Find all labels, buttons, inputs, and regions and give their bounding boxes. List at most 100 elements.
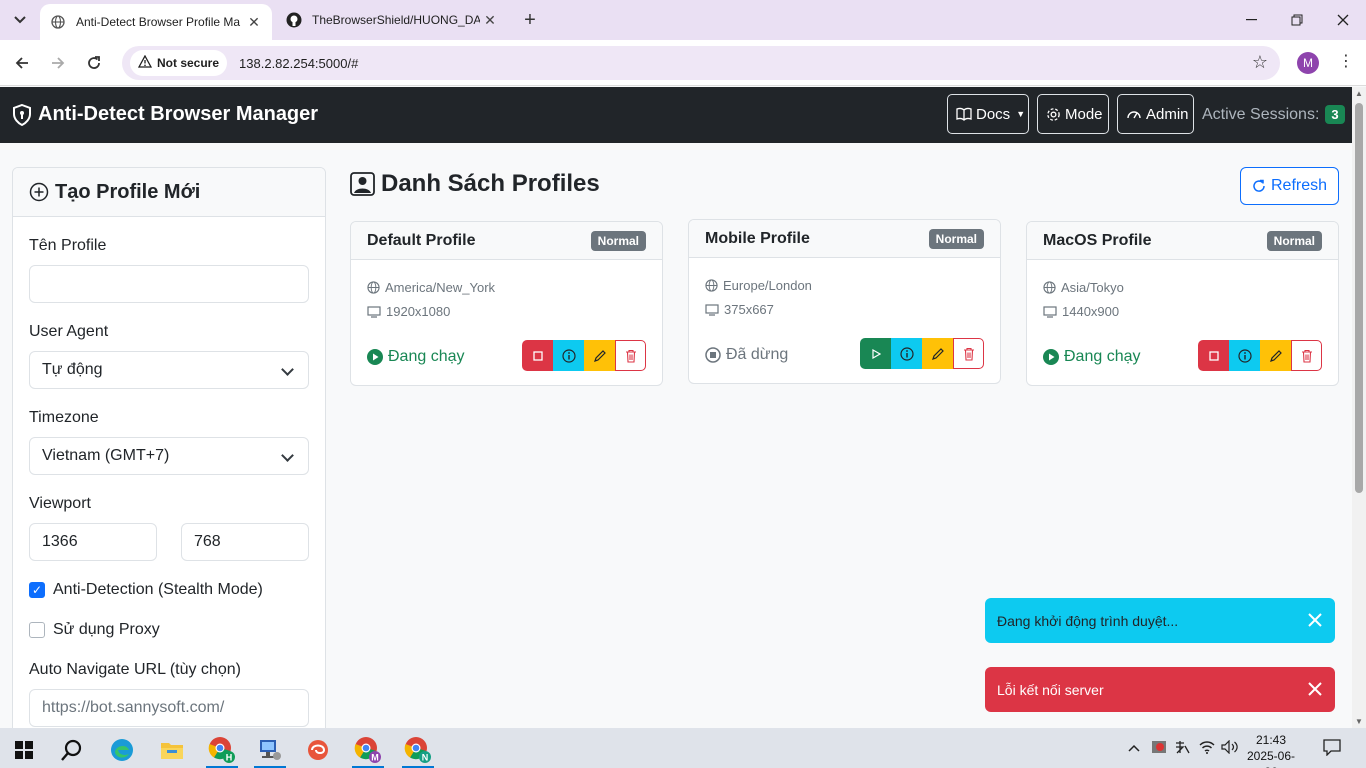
delete-button[interactable] — [1291, 340, 1322, 371]
restore-icon[interactable] — [1274, 0, 1320, 40]
gear-icon — [1046, 107, 1061, 122]
scroll-down-icon[interactable]: ▼ — [1355, 717, 1363, 726]
viewport-width-input[interactable]: 1366 — [29, 523, 157, 561]
svg-text:M: M — [371, 753, 379, 763]
stop-button[interactable] — [522, 340, 553, 371]
chrome-n-icon[interactable]: N — [398, 732, 438, 768]
back-icon[interactable] — [9, 50, 35, 76]
browser-menu-icon[interactable]: ⋮ — [1338, 51, 1354, 71]
tab-search-icon[interactable] — [8, 8, 32, 32]
proxy-checkbox[interactable]: Sử dụng Proxy — [29, 621, 160, 639]
profile-type-badge: Normal — [590, 230, 646, 251]
profile-resolution: 1440x900 — [1043, 304, 1119, 319]
github-icon — [286, 12, 302, 28]
toast-message: Lỗi kết nối server — [997, 681, 1104, 698]
brand-title: Anti-Detect Browser Manager — [38, 103, 319, 125]
close-icon[interactable] — [1305, 679, 1325, 699]
edit-button[interactable] — [584, 340, 615, 371]
profile-timezone-text: America/New_York — [385, 280, 496, 295]
chevron-up-icon[interactable] — [1128, 740, 1140, 755]
stop-circle-icon — [705, 347, 721, 363]
toast-error: Lỗi kết nối server — [985, 667, 1335, 712]
caret-down-icon: ▼ — [1016, 109, 1026, 119]
delete-button[interactable] — [953, 338, 984, 369]
user-agent-select[interactable]: Tự động — [29, 351, 309, 389]
profile-status: Đang chạy — [367, 348, 465, 366]
scroll-up-icon[interactable]: ▲ — [1355, 89, 1363, 98]
start-button[interactable] — [860, 338, 891, 369]
info-button[interactable] — [553, 340, 584, 371]
profile-name: MacOS Profile — [1043, 231, 1152, 249]
refresh-button[interactable]: Refresh — [1240, 167, 1339, 205]
edit-button[interactable] — [1260, 340, 1291, 371]
close-icon[interactable] — [1305, 610, 1325, 630]
delete-button[interactable] — [615, 340, 646, 371]
profile-card: Mobile Profile Normal Europe/London 375x… — [688, 219, 1001, 384]
stealth-mode-label: Anti-Detection (Stealth Mode) — [53, 581, 263, 598]
edge-icon[interactable] — [102, 732, 142, 768]
monitor-icon — [1043, 305, 1057, 318]
checkbox-checked-icon[interactable]: ✓ — [29, 582, 45, 598]
globe-icon — [367, 281, 380, 294]
docs-dropdown-button[interactable]: Docs ▼ — [947, 94, 1029, 134]
ime-icon[interactable] — [1174, 740, 1190, 757]
scrollbar-thumb[interactable] — [1355, 103, 1363, 493]
chrome-m-icon[interactable]: M — [348, 732, 388, 768]
book-icon — [956, 107, 972, 121]
info-button[interactable] — [891, 338, 922, 369]
minimize-icon[interactable] — [1228, 0, 1274, 40]
auto-navigate-input[interactable]: https://bot.sannysoft.com/ — [29, 689, 309, 727]
volume-icon[interactable] — [1221, 739, 1239, 757]
viewport-height-input[interactable]: 768 — [181, 523, 309, 561]
viewport-label: Viewport — [29, 495, 91, 512]
page-scrollbar[interactable]: ▲ ▼ — [1352, 87, 1366, 728]
profile-type-badge: Normal — [1266, 230, 1322, 251]
auto-navigate-label: Auto Navigate URL (tùy chọn) — [29, 661, 241, 678]
mode-button[interactable]: Mode — [1037, 94, 1109, 134]
proxy-label: Sử dụng Proxy — [53, 621, 160, 638]
tab-anti-detect[interactable]: Anti-Detect Browser Profile Ma ✕ — [40, 4, 272, 40]
new-tab-icon[interactable]: + — [518, 8, 542, 32]
wifi-icon[interactable] — [1199, 740, 1215, 757]
close-tab-icon[interactable]: ✕ — [480, 10, 500, 30]
notification-icon[interactable] — [1322, 738, 1342, 761]
app-navbar: Anti-Detect Browser Manager Docs ▼ Mode … — [0, 87, 1352, 143]
active-sessions-label: Active Sessions: — [1202, 105, 1320, 123]
tab-github[interactable]: TheBrowserShield/HUONG_DA ✕ — [276, 0, 508, 40]
profile-name-input[interactable] — [29, 265, 309, 303]
profiles-section-title: Danh Sách Profiles — [350, 170, 600, 198]
active-sessions: Active Sessions: 3 — [1202, 105, 1345, 124]
checkbox-unchecked-icon[interactable] — [29, 622, 45, 638]
app-brand[interactable]: Anti-Detect Browser Manager — [12, 103, 318, 126]
browser-toolbar: Not secure 138.2.82.254:5000/# ☆ M ⋮ — [0, 40, 1366, 86]
profile-status-text: Đang chạy — [1064, 348, 1141, 365]
admin-label: Admin — [1146, 105, 1189, 123]
browser-profile-avatar[interactable]: M — [1297, 52, 1319, 74]
admin-button[interactable]: Admin — [1117, 94, 1194, 134]
plus-circle-icon — [29, 182, 49, 202]
file-explorer-icon[interactable] — [152, 732, 192, 768]
bookmark-star-icon[interactable]: ☆ — [1252, 52, 1268, 73]
user-agent-label: User Agent — [29, 323, 109, 340]
address-bar[interactable]: Not secure 138.2.82.254:5000/# ☆ — [122, 46, 1280, 80]
edit-button[interactable] — [922, 338, 953, 369]
close-tab-icon[interactable]: ✕ — [244, 12, 264, 32]
security-tray-icon[interactable] — [1151, 739, 1169, 758]
stealth-mode-checkbox[interactable]: ✓ Anti-Detection (Stealth Mode) — [29, 581, 263, 599]
reload-icon[interactable] — [81, 50, 107, 76]
monitor-icon — [705, 303, 719, 316]
stop-button[interactable] — [1198, 340, 1229, 371]
tab-title: TheBrowserShield/HUONG_DA — [312, 13, 480, 27]
remote-desktop-icon[interactable] — [250, 732, 290, 768]
search-icon[interactable] — [52, 732, 92, 768]
system-clock[interactable]: 21:43 2025-06-26 — [1246, 732, 1296, 768]
swirl-app-icon[interactable] — [298, 732, 338, 768]
chrome-h-icon[interactable]: H — [202, 732, 242, 768]
timezone-select[interactable]: Vietnam (GMT+7) — [29, 437, 309, 475]
windows-start-icon[interactable] — [4, 732, 44, 768]
forward-icon[interactable] — [45, 50, 71, 76]
close-window-icon[interactable] — [1320, 0, 1366, 40]
site-security-chip[interactable]: Not secure — [130, 50, 228, 76]
info-button[interactable] — [1229, 340, 1260, 371]
warning-icon — [137, 54, 153, 71]
